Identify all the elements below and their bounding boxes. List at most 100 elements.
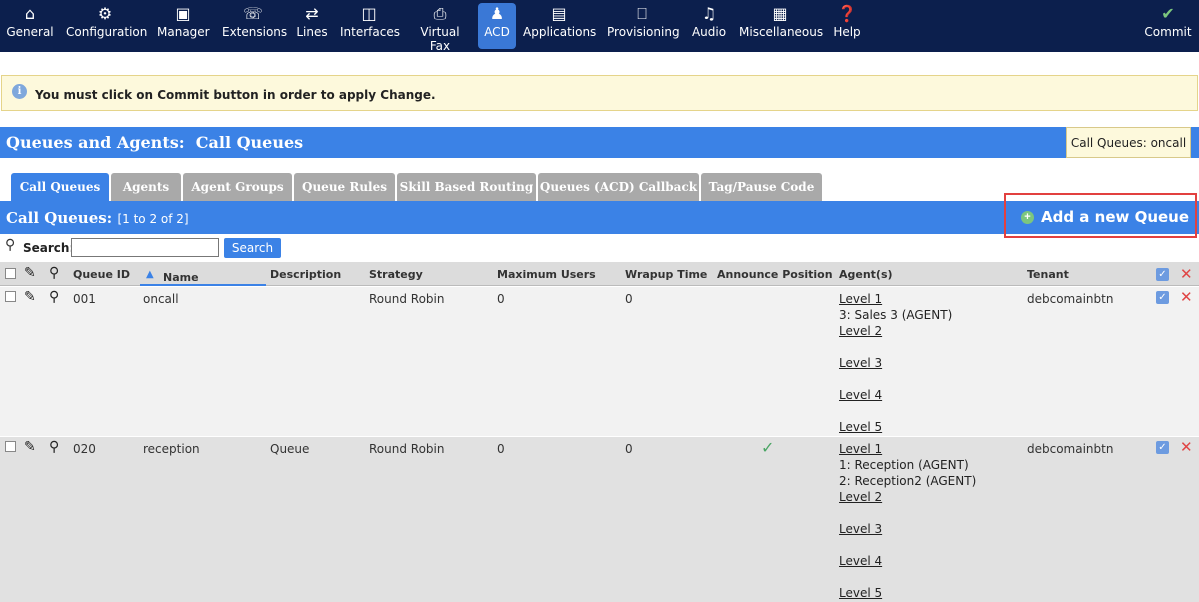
search-button[interactable]: Search [224, 238, 281, 258]
tab-tag-pause-code[interactable]: Tag/Pause Code [701, 173, 822, 202]
search-icon: ⚲ [49, 265, 60, 281]
cell-tenant: debcomainbtn [1027, 292, 1114, 306]
select-icon[interactable]: ✓ [1156, 291, 1169, 304]
nav-acd[interactable]: ♟ ACD [478, 3, 516, 49]
table-row: ✎ ⚲ 001 oncall Round Robin 0 0 Level 1 3… [0, 287, 1199, 436]
cell-description: Queue [270, 442, 310, 456]
delete-icon[interactable]: ✕ [1180, 290, 1193, 305]
cell-strategy: Round Robin [369, 292, 445, 306]
agent-entry: 3: Sales 3 (AGENT) [839, 308, 953, 322]
tooltip: Call Queues: oncall [1066, 127, 1191, 158]
row-checkbox[interactable] [5, 441, 16, 452]
agent-entry: 1: Reception (AGENT) [839, 458, 969, 472]
col-queue-id[interactable]: Queue ID [73, 268, 130, 281]
cell-max-users: 0 [497, 292, 505, 306]
cell-strategy: Round Robin [369, 442, 445, 456]
notice-text: You must click on Commit button in order… [35, 88, 436, 102]
col-name[interactable]: Name [163, 271, 199, 284]
col-tenant[interactable]: Tenant [1027, 268, 1069, 281]
level-5-link[interactable]: Level 5 [839, 420, 882, 434]
home-icon: ⌂ [24, 4, 36, 23]
level-1-link[interactable]: Level 1 [839, 292, 882, 306]
list-title: Call Queues: [1 to 2 of 2] [6, 209, 189, 227]
cell-wrapup: 0 [625, 442, 633, 456]
check-all-icon[interactable]: ✓ [1156, 268, 1169, 281]
nav-applications[interactable]: ▤ Applications [523, 3, 596, 49]
gear-icon: ⚙ [97, 4, 113, 23]
tab-agent-groups[interactable]: Agent Groups [183, 173, 292, 202]
music-icon: ♫ [701, 4, 717, 23]
help-icon: ❓ [837, 4, 857, 23]
nav-manager[interactable]: ▣ Manager [157, 3, 210, 49]
nav-miscellaneous[interactable]: ▦ Miscellaneous [739, 3, 823, 49]
page-header: Queues and Agents: Call Queues Call Queu… [0, 127, 1199, 158]
search-bar: ⚲ Search: Search [0, 234, 1199, 262]
level-4-link[interactable]: Level 4 [839, 554, 882, 568]
search-icon: ⚲ [5, 237, 16, 253]
check-circle-icon: ✔ [1161, 4, 1175, 23]
tab-agents[interactable]: Agents [111, 173, 181, 202]
view-icon[interactable]: ⚲ [49, 290, 59, 304]
col-strategy[interactable]: Strategy [369, 268, 423, 281]
select-all-checkbox[interactable] [5, 268, 16, 279]
level-2-link[interactable]: Level 2 [839, 490, 882, 504]
nav-configuration[interactable]: ⚙ Configuration [66, 3, 147, 49]
nav-audio[interactable]: ♫ Audio [690, 3, 728, 49]
applications-icon: ▤ [551, 4, 567, 23]
col-max-users[interactable]: Maximum Users [497, 268, 596, 281]
tab-queue-rules[interactable]: Queue Rules [294, 173, 395, 202]
commit-notice: i You must click on Commit button in ord… [1, 75, 1198, 111]
level-4-link[interactable]: Level 4 [839, 388, 882, 402]
tab-queues-callback[interactable]: Queues (ACD) Callback [538, 173, 699, 202]
edit-icon: ✎ [24, 265, 36, 281]
fax-icon: ⎙ [433, 4, 447, 23]
route-icon: ⇄ [305, 4, 319, 23]
user-icon: ♟ [489, 4, 505, 23]
phone-icon: ☏ [242, 4, 263, 23]
nav-commit[interactable]: ✔ Commit [1144, 3, 1192, 49]
level-3-link[interactable]: Level 3 [839, 522, 882, 536]
level-5-link[interactable]: Level 5 [839, 586, 882, 600]
select-icon[interactable]: ✓ [1156, 441, 1169, 454]
tab-call-queues[interactable]: Call Queues [11, 173, 109, 202]
col-wrapup[interactable]: Wrapup Time [625, 268, 707, 281]
agent-entry: 2: Reception2 (AGENT) [839, 474, 977, 488]
cell-tenant: debcomainbtn [1027, 442, 1114, 456]
nav-general[interactable]: ⌂ General [6, 3, 54, 49]
interface-icon: ◫ [361, 4, 377, 23]
page-title: Queues and Agents: Call Queues [6, 133, 304, 152]
col-agents[interactable]: Agent(s) [839, 268, 893, 281]
nav-provisioning[interactable]: ⎕ Provisioning [607, 3, 680, 49]
edit-icon[interactable]: ✎ [24, 290, 36, 304]
cell-queue-id: 001 [73, 292, 96, 306]
add-queue-button[interactable]: + Add a new Queue [1004, 193, 1197, 238]
col-announce[interactable]: Announce Position [717, 268, 833, 281]
provisioning-icon: ⎕ [637, 4, 647, 23]
delete-all-icon[interactable]: ✕ [1180, 267, 1193, 282]
info-icon: i [12, 84, 27, 99]
search-input[interactable] [71, 238, 219, 257]
row-checkbox[interactable] [5, 291, 16, 302]
nav-help[interactable]: ❓ Help [832, 3, 862, 49]
top-nav: ⌂ General ⚙ Configuration ▣ Manager ☏ Extens… [0, 0, 1199, 53]
cell-name: reception [143, 442, 200, 456]
level-1-link[interactable]: Level 1 [839, 442, 882, 456]
level-3-link[interactable]: Level 3 [839, 356, 882, 370]
tab-skill-based-routing[interactable]: Skill Based Routing [397, 173, 536, 202]
level-2-link[interactable]: Level 2 [839, 324, 882, 338]
view-icon[interactable]: ⚲ [49, 440, 59, 454]
table-row: ✎ ⚲ 020 reception Queue Round Robin 0 0 … [0, 437, 1199, 602]
nav-interfaces[interactable]: ◫ Interfaces [340, 3, 400, 49]
nav-lines[interactable]: ⇄ Lines [295, 3, 329, 49]
nav-virtual-fax[interactable]: ⎙ Virtual Fax [409, 3, 471, 53]
table-header: ✎ ⚲ Queue ID ▲ Name Description Strategy… [0, 262, 1199, 286]
delete-icon[interactable]: ✕ [1180, 440, 1193, 455]
cell-name: oncall [143, 292, 179, 306]
grid-icon: ▦ [772, 4, 788, 23]
nav-extensions[interactable]: ☏ Extensions [222, 3, 287, 49]
sort-asc-icon: ▲ [146, 269, 154, 280]
cell-queue-id: 020 [73, 442, 96, 456]
col-description[interactable]: Description [270, 268, 341, 281]
edit-icon[interactable]: ✎ [24, 440, 36, 454]
check-icon: ✓ [761, 438, 775, 457]
